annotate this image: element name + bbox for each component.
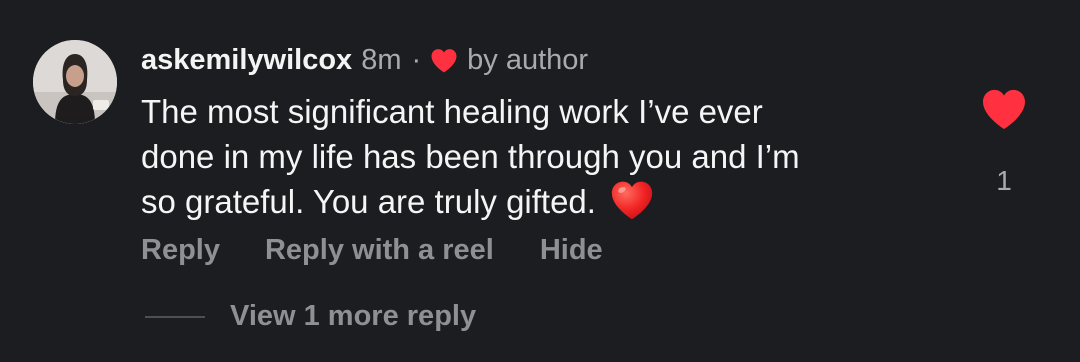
reply-with-reel-button[interactable]: Reply with a reel bbox=[265, 234, 494, 267]
comment: askemilywilcox 8m · by author The most s… bbox=[0, 0, 1080, 362]
like-column: 1 bbox=[981, 88, 1027, 197]
like-count: 1 bbox=[996, 165, 1012, 196]
hide-button[interactable]: Hide bbox=[540, 234, 603, 267]
profile-photo bbox=[33, 40, 117, 124]
heart-icon bbox=[430, 48, 458, 73]
comment-line-text: so grateful. You are truly gifted. bbox=[141, 183, 596, 220]
comment-line: The most significant healing work I’ve e… bbox=[141, 93, 763, 130]
like-heart-icon[interactable] bbox=[981, 88, 1027, 135]
timestamp: 8m bbox=[361, 43, 402, 76]
author-badge: by author bbox=[467, 43, 589, 76]
comment-actions: Reply Reply with a reel Hide bbox=[141, 234, 603, 267]
red-heart-emoji-icon bbox=[610, 179, 654, 232]
comment-line: so grateful. You are truly gifted. bbox=[141, 179, 941, 232]
separator-dot: · bbox=[411, 43, 422, 76]
reply-button[interactable]: Reply bbox=[141, 234, 220, 267]
view-more-replies-label: View 1 more reply bbox=[230, 300, 477, 332]
replies-divider bbox=[145, 315, 205, 318]
comment-header: askemilywilcox 8m · by author bbox=[141, 42, 588, 78]
comment-text: The most significant healing work I’ve e… bbox=[141, 89, 941, 232]
view-more-replies-button[interactable]: View 1 more reply bbox=[145, 300, 476, 333]
comment-line: done in my life has been through you and… bbox=[141, 138, 800, 175]
avatar[interactable] bbox=[33, 40, 117, 124]
username[interactable]: askemilywilcox bbox=[141, 44, 352, 77]
